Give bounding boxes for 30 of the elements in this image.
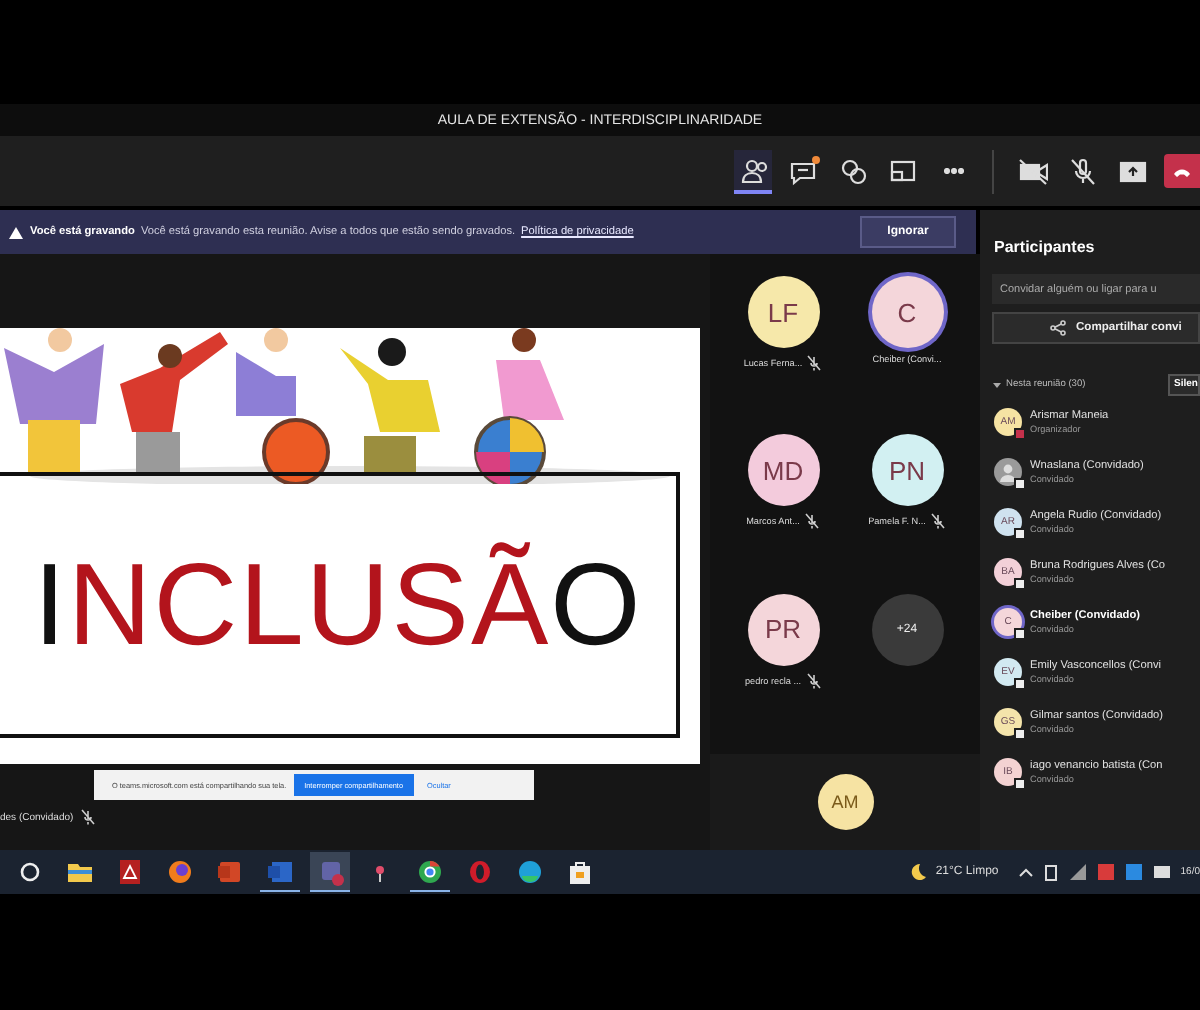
- people-button[interactable]: [734, 149, 772, 193]
- avatar: LF: [747, 276, 819, 348]
- share-screen-icon: [1118, 156, 1148, 186]
- window-icon: [888, 156, 918, 186]
- share-icon: [1050, 320, 1066, 336]
- mic-off-icon: [1068, 156, 1098, 186]
- avatar: MD: [747, 434, 819, 507]
- avatar: PR: [747, 593, 819, 666]
- document-icon: [114, 855, 146, 887]
- circle-icon: [414, 855, 446, 887]
- avatar: AM: [817, 774, 873, 830]
- avatar: C: [871, 276, 943, 348]
- camera-off-icon: [1018, 156, 1048, 186]
- hang-up-button[interactable]: [1164, 154, 1200, 188]
- signal-icon: [1068, 862, 1089, 882]
- ring-icon: [464, 855, 496, 887]
- moon-icon: [907, 862, 928, 882]
- globe-icon: [164, 855, 196, 887]
- caret-icon: [992, 379, 1002, 389]
- panel-title: Participantes: [994, 238, 1097, 256]
- caret-icon: [1018, 866, 1035, 878]
- overlapping-circles-icon: [838, 156, 868, 186]
- warning-icon: [8, 225, 24, 239]
- slide-title: INCLUSÃO: [33, 547, 643, 663]
- app-tray-icon: [1096, 862, 1117, 882]
- more-icon: [943, 168, 963, 174]
- avatar: PN: [871, 434, 943, 507]
- app-tray-icon: [1124, 862, 1145, 882]
- circle-icon: [514, 855, 546, 887]
- people-icon: [738, 156, 768, 186]
